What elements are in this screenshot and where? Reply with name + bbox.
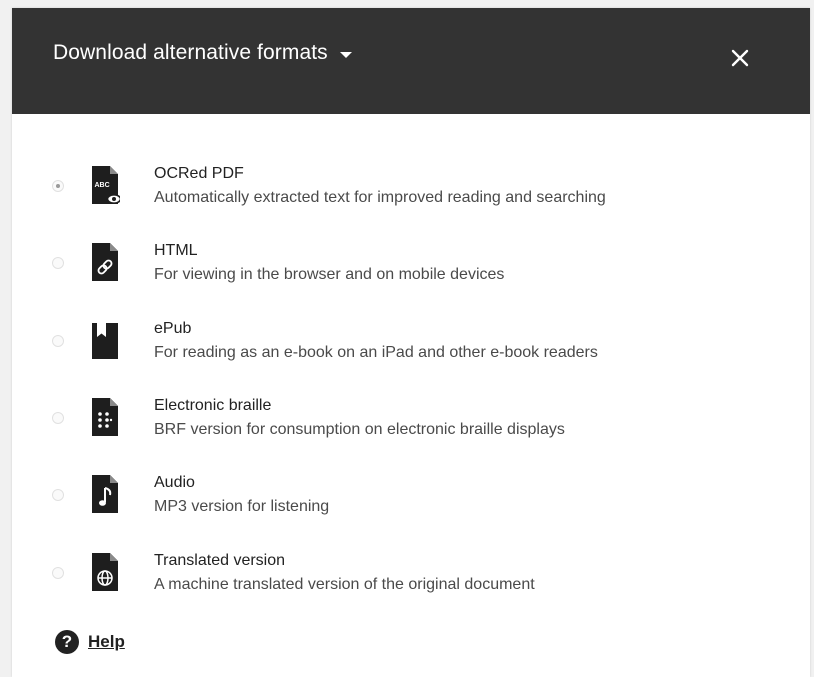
translate-globe-icon — [92, 553, 118, 591]
option-description: For viewing in the browser and on mobile… — [154, 266, 505, 283]
option-title: ePub — [154, 320, 192, 337]
format-menu-toggle[interactable]: Download alternative formats — [53, 41, 352, 65]
dialog-header: Download alternative formats — [12, 8, 810, 114]
option-epub[interactable]: ePub For reading as an e-book on an iPad… — [12, 313, 810, 373]
dialog-title: Download alternative formats — [53, 41, 328, 64]
option-title: Audio — [154, 474, 195, 491]
option-description: BRF version for consumption on electroni… — [154, 421, 565, 438]
option-title: HTML — [154, 242, 198, 259]
radio-translated-version[interactable] — [52, 567, 64, 579]
close-icon — [731, 49, 749, 67]
option-description: Automatically extracted text for improve… — [154, 189, 606, 206]
close-button[interactable] — [728, 46, 752, 70]
option-description: For reading as an e-book on an iPad and … — [154, 344, 598, 361]
audio-note-icon — [92, 475, 118, 513]
ocr-pdf-icon: ABC — [92, 166, 120, 204]
radio-audio[interactable] — [52, 489, 64, 501]
option-title: Translated version — [154, 552, 286, 569]
help-link[interactable]: ? Help — [55, 630, 125, 654]
option-electronic-braille[interactable]: Electronic braille BRF version for consu… — [12, 390, 810, 450]
epub-book-icon — [92, 323, 118, 359]
option-audio[interactable]: Audio MP3 version for listening — [12, 467, 810, 527]
radio-epub[interactable] — [52, 335, 64, 347]
radio-html[interactable] — [52, 257, 64, 269]
option-html[interactable]: HTML For viewing in the browser and on m… — [12, 235, 810, 295]
option-translated-version[interactable]: Translated version A machine translated … — [12, 545, 810, 605]
option-title: OCRed PDF — [154, 165, 244, 182]
help-question-icon: ? — [55, 630, 79, 654]
option-title: Electronic braille — [154, 397, 272, 414]
option-description: A machine translated version of the orig… — [154, 576, 535, 593]
radio-ocred-pdf[interactable] — [52, 180, 64, 192]
download-formats-dialog: Download alternative formats ABC OCRed P… — [12, 8, 810, 677]
option-ocred-pdf[interactable]: ABC OCRed PDF Automatically extracted te… — [12, 158, 810, 218]
ocr-icon-text: ABC — [95, 182, 110, 189]
radio-electronic-braille[interactable] — [52, 412, 64, 424]
option-description: MP3 version for listening — [154, 498, 330, 515]
help-label[interactable]: Help — [88, 632, 125, 652]
braille-icon — [92, 398, 118, 436]
html-link-icon — [92, 243, 118, 281]
caret-down-icon — [339, 51, 352, 58]
